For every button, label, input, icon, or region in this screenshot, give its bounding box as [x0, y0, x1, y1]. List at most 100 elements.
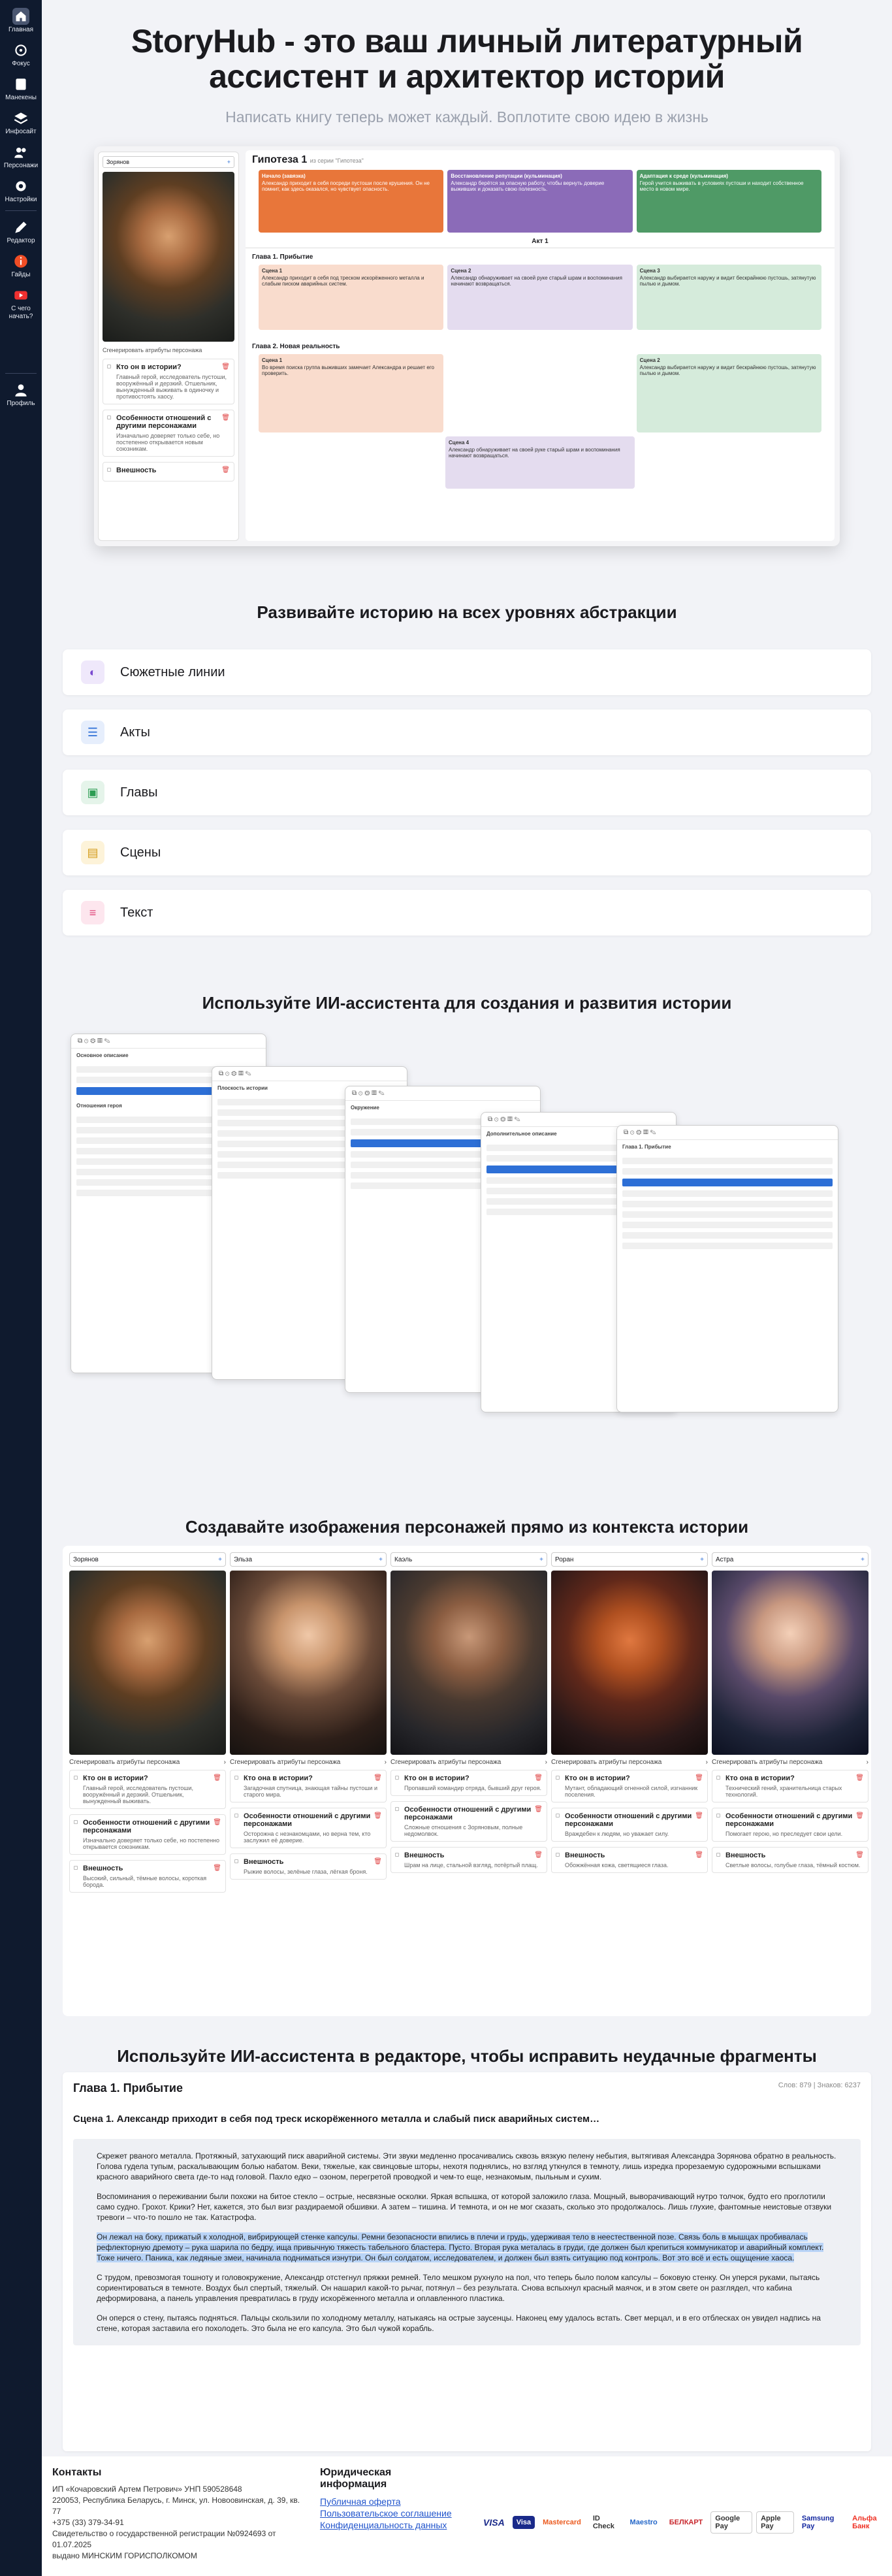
drag-handle-icon[interactable]: [74, 1776, 78, 1780]
plotline-card[interactable]: Начало (завязка) Александр приходит в себ…: [259, 170, 444, 233]
add-icon[interactable]: +: [218, 1556, 222, 1563]
trash-icon[interactable]: 🗑: [374, 1774, 382, 1782]
selected-paragraph[interactable]: Он лежал на боку, прижатый к холодной, в…: [73, 2232, 861, 2263]
add-icon[interactable]: +: [700, 1556, 704, 1563]
level-text[interactable]: ≡ Текст: [63, 890, 871, 936]
appearance-field[interactable]: 🗑 Внешность Светлые волосы, голубые глаза,…: [712, 1847, 868, 1873]
relations-field[interactable]: 🗑 Особенности отношений с другими персона…: [230, 1808, 387, 1848]
editor-body[interactable]: Скрежет рваного металла. Протяжный, зату…: [73, 2139, 861, 2345]
appearance-field[interactable]: 🗑 Внешность Шрам на лице, стальной взгляд,…: [390, 1847, 547, 1873]
nav-infosite[interactable]: Инфосайт: [0, 110, 42, 136]
scene-card[interactable]: Сцена 1 Александр приходит в себя под тре…: [259, 265, 444, 330]
role-field[interactable]: 🗑 Кто она в истории? Загадочная спутница, …: [230, 1770, 387, 1802]
relations-field[interactable]: 🗑 Особенности отношений с другими персона…: [390, 1801, 547, 1842]
role-field[interactable]: 🗑 Кто она в истории? Технический гений, хр…: [712, 1770, 868, 1802]
generate-attributes-button[interactable]: Сгенерировать атрибуты персонажа: [103, 347, 234, 353]
add-icon[interactable]: +: [861, 1556, 865, 1563]
drag-handle-icon[interactable]: [234, 1814, 238, 1818]
paragraph[interactable]: Воспоминания о переживании были похожи н…: [73, 2191, 861, 2223]
drag-handle-icon[interactable]: [74, 1866, 78, 1870]
add-icon[interactable]: +: [379, 1556, 383, 1563]
trash-icon[interactable]: 🗑: [534, 1851, 543, 1859]
character-name-field[interactable]: Каэль +: [390, 1552, 547, 1567]
drag-handle-icon[interactable]: [716, 1853, 720, 1857]
scene-card[interactable]: Сцена 3 Александр выбирается наружу и вид…: [636, 265, 821, 330]
trash-icon[interactable]: 🗑: [534, 1806, 543, 1813]
drag-handle-icon[interactable]: [234, 1859, 238, 1863]
trash-icon[interactable]: 🗑: [374, 1812, 382, 1819]
text-selection[interactable]: Он лежал на боку, прижатый к холодной, в…: [97, 2232, 824, 2262]
nav-mannequins[interactable]: Манекены: [0, 76, 42, 102]
level-acts[interactable]: ☰ Акты: [63, 709, 871, 755]
drag-handle-icon[interactable]: [395, 1807, 399, 1811]
trash-icon[interactable]: 🗑: [221, 466, 230, 474]
trash-icon[interactable]: 🗑: [695, 1774, 703, 1782]
paragraph[interactable]: Он оперся о стену, пытаясь подняться. Па…: [73, 2313, 861, 2334]
nav-home[interactable]: Главная: [0, 8, 42, 34]
drag-handle-icon[interactable]: [556, 1776, 560, 1780]
character-name-field[interactable]: Эльза +: [230, 1552, 387, 1567]
scene-card[interactable]: Сцена 4 Александр обнаруживает на своей р…: [445, 436, 635, 489]
scene-card[interactable]: Сцена 2 Александр выбирается наружу и вид…: [636, 354, 821, 432]
appearance-field[interactable]: 🗑 Внешность Рыжие волосы, зелёные глаза, л…: [230, 1853, 387, 1880]
role-field[interactable]: 🗑 Кто он в истории? Главный герой, исследо…: [69, 1770, 226, 1809]
trash-icon[interactable]: 🗑: [213, 1865, 221, 1872]
relations-field[interactable]: 🗑 Особенности отношений с другими персона…: [69, 1814, 226, 1855]
trash-icon[interactable]: 🗑: [695, 1851, 703, 1859]
trash-icon[interactable]: 🗑: [221, 363, 230, 370]
drag-handle-icon[interactable]: [234, 1776, 238, 1780]
drag-handle-icon[interactable]: [107, 365, 111, 368]
generate-attributes-button[interactable]: Сгенерировать атрибуты персонажа ›: [551, 1759, 708, 1766]
character-name-field[interactable]: Зорянов +: [69, 1552, 226, 1567]
add-icon[interactable]: +: [539, 1556, 543, 1563]
trash-icon[interactable]: 🗑: [213, 1774, 221, 1782]
relations-field[interactable]: 🗑 Особенности отношений с другими персона…: [712, 1808, 868, 1842]
drag-handle-icon[interactable]: [556, 1853, 560, 1857]
generate-attributes-button[interactable]: Сгенерировать атрибуты персонажа ›: [390, 1759, 547, 1766]
generate-attributes-button[interactable]: Сгенерировать атрибуты персонажа ›: [230, 1759, 387, 1766]
trash-icon[interactable]: 🗑: [221, 414, 230, 421]
trash-icon[interactable]: 🗑: [855, 1774, 864, 1782]
relations-field[interactable]: 🗑 Особенности отношений с другими персона…: [103, 410, 234, 457]
paragraph[interactable]: Скрежет рваного металла. Протяжный, зату…: [73, 2151, 861, 2182]
role-field[interactable]: 🗑 Кто он в истории? Главный герой, исследо…: [103, 359, 234, 404]
trash-icon[interactable]: 🗑: [855, 1812, 864, 1819]
drag-handle-icon[interactable]: [395, 1776, 399, 1780]
nav-settings[interactable]: Настройки: [0, 178, 42, 204]
character-name-field[interactable]: Зорянов +: [103, 156, 234, 168]
plotline-card[interactable]: Восстановление репутации (кульминация) Ал…: [447, 170, 633, 233]
trash-icon[interactable]: 🗑: [534, 1774, 543, 1782]
drag-handle-icon[interactable]: [716, 1814, 720, 1818]
appearance-field[interactable]: 🗑 Внешность: [103, 462, 234, 481]
nav-characters[interactable]: Персонажи: [0, 144, 42, 170]
generate-attributes-button[interactable]: Сгенерировать атрибуты персонажа ›: [69, 1759, 226, 1766]
relations-field[interactable]: 🗑 Особенности отношений с другими персона…: [551, 1808, 708, 1842]
terms-link[interactable]: Пользовательское соглашение: [320, 2508, 452, 2519]
appearance-field[interactable]: 🗑 Внешность Обожжённая кожа, светящиеся гл…: [551, 1847, 708, 1873]
drag-handle-icon[interactable]: [107, 416, 111, 419]
scene-card[interactable]: Сцена 1 Во время поиска группа выживших з…: [259, 354, 444, 432]
scene-card[interactable]: Сцена 2 Александр обнаруживает на своей р…: [447, 265, 633, 330]
trash-icon[interactable]: 🗑: [855, 1851, 864, 1859]
trash-icon[interactable]: 🗑: [374, 1858, 382, 1865]
privacy-link[interactable]: Конфиденциальность данных: [320, 2520, 447, 2530]
add-icon[interactable]: +: [227, 159, 231, 165]
drag-handle-icon[interactable]: [556, 1814, 560, 1818]
trash-icon[interactable]: 🗑: [695, 1812, 703, 1819]
drag-handle-icon[interactable]: [716, 1776, 720, 1780]
role-field[interactable]: 🗑 Кто он в истории? Пропавший командир отр…: [390, 1770, 547, 1796]
drag-handle-icon[interactable]: [74, 1820, 78, 1824]
paragraph[interactable]: С трудом, превозмогая тошноту и головокр…: [73, 2272, 861, 2304]
drag-handle-icon[interactable]: [395, 1853, 399, 1857]
trash-icon[interactable]: 🗑: [213, 1819, 221, 1826]
nav-profile[interactable]: Профиль: [0, 382, 42, 408]
nav-editor[interactable]: Редактор: [0, 219, 42, 245]
drag-handle-icon[interactable]: [107, 468, 111, 472]
offer-link[interactable]: Публичная оферта: [320, 2496, 401, 2507]
generate-attributes-button[interactable]: Сгенерировать атрибуты персонажа ›: [712, 1759, 868, 1766]
level-storylines[interactable]: ◐ Сюжетные линии: [63, 649, 871, 695]
nav-getting-started[interactable]: С чего начать?: [0, 287, 42, 321]
level-scenes[interactable]: ▤ Сцены: [63, 830, 871, 875]
generate-button[interactable]: [622, 1179, 833, 1186]
nav-guides[interactable]: Гайды: [0, 253, 42, 279]
